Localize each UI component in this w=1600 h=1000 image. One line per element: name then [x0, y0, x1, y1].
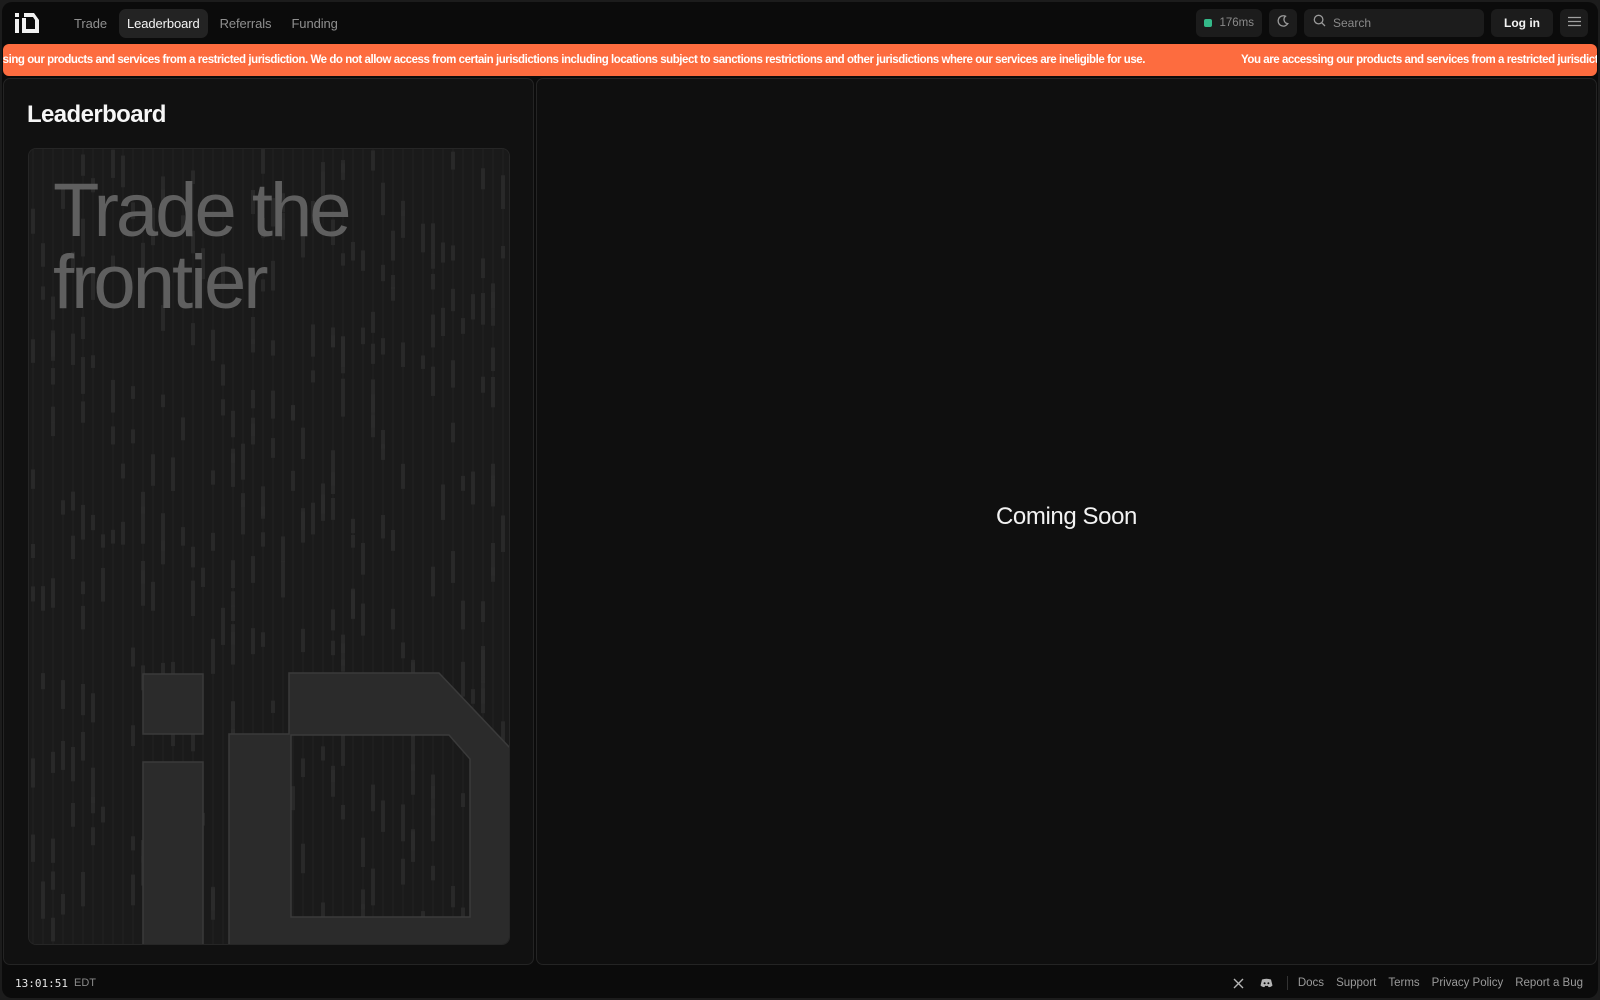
search-input[interactable]	[1333, 16, 1473, 30]
moon-icon	[1276, 14, 1290, 33]
promo-card: Trade the frontier	[28, 148, 510, 945]
banner-message: You are accessing our products and servi…	[3, 54, 1146, 66]
footer-divider	[1286, 976, 1288, 990]
promo-headline-line1: Trade the	[53, 168, 351, 253]
top-nav: Trade Leaderboard Referrals Funding 176m…	[2, 2, 1598, 44]
banner-message-repeat: You are accessing our products and servi…	[1241, 54, 1597, 66]
login-button[interactable]: Log in	[1491, 9, 1553, 37]
x-icon[interactable]	[1225, 973, 1253, 993]
connection-status-dot	[1204, 19, 1213, 27]
discord-icon[interactable]	[1253, 973, 1281, 993]
theme-toggle-button[interactable]	[1269, 9, 1297, 37]
page-title: Leaderboard	[27, 101, 166, 128]
leaderboard-content-panel: Coming Soon	[536, 78, 1597, 965]
tab-leaderboard[interactable]: Leaderboard	[118, 8, 208, 38]
footer: 13:01:51 EDT Docs Support Terms Privacy …	[2, 968, 1598, 998]
footer-link-terms[interactable]: Terms	[1388, 977, 1419, 989]
clock-time: 13:01:51	[15, 976, 68, 990]
app-window: Trade Leaderboard Referrals Funding 176m…	[2, 2, 1598, 998]
promo-headline: Trade the frontier	[53, 168, 351, 325]
io-logo[interactable]	[14, 10, 44, 36]
clock-timezone: EDT	[73, 977, 96, 989]
footer-link-support[interactable]: Support	[1336, 977, 1376, 989]
latency-value: 176ms	[1219, 17, 1254, 29]
tab-funding[interactable]: Funding	[283, 9, 345, 38]
footer-link-report-bug[interactable]: Report a Bug	[1515, 977, 1583, 989]
restricted-jurisdiction-banner: You are accessing our products and servi…	[3, 44, 1597, 76]
menu-button[interactable]	[1560, 9, 1588, 37]
promo-headline-line2: frontier	[53, 240, 269, 325]
footer-link-docs[interactable]: Docs	[1298, 977, 1324, 989]
footer-link-privacy-policy[interactable]: Privacy Policy	[1432, 977, 1504, 989]
tab-trade[interactable]: Trade	[66, 9, 115, 38]
coming-soon-message: Coming Soon	[995, 503, 1138, 530]
tab-referrals[interactable]: Referrals	[212, 9, 280, 38]
leaderboard-panel: Leaderboard Trade the frontier	[3, 78, 534, 965]
latency-indicator: 176ms	[1196, 9, 1262, 37]
search-icon	[1313, 14, 1326, 32]
menu-icon	[1567, 14, 1581, 32]
search-box[interactable]	[1304, 9, 1484, 37]
